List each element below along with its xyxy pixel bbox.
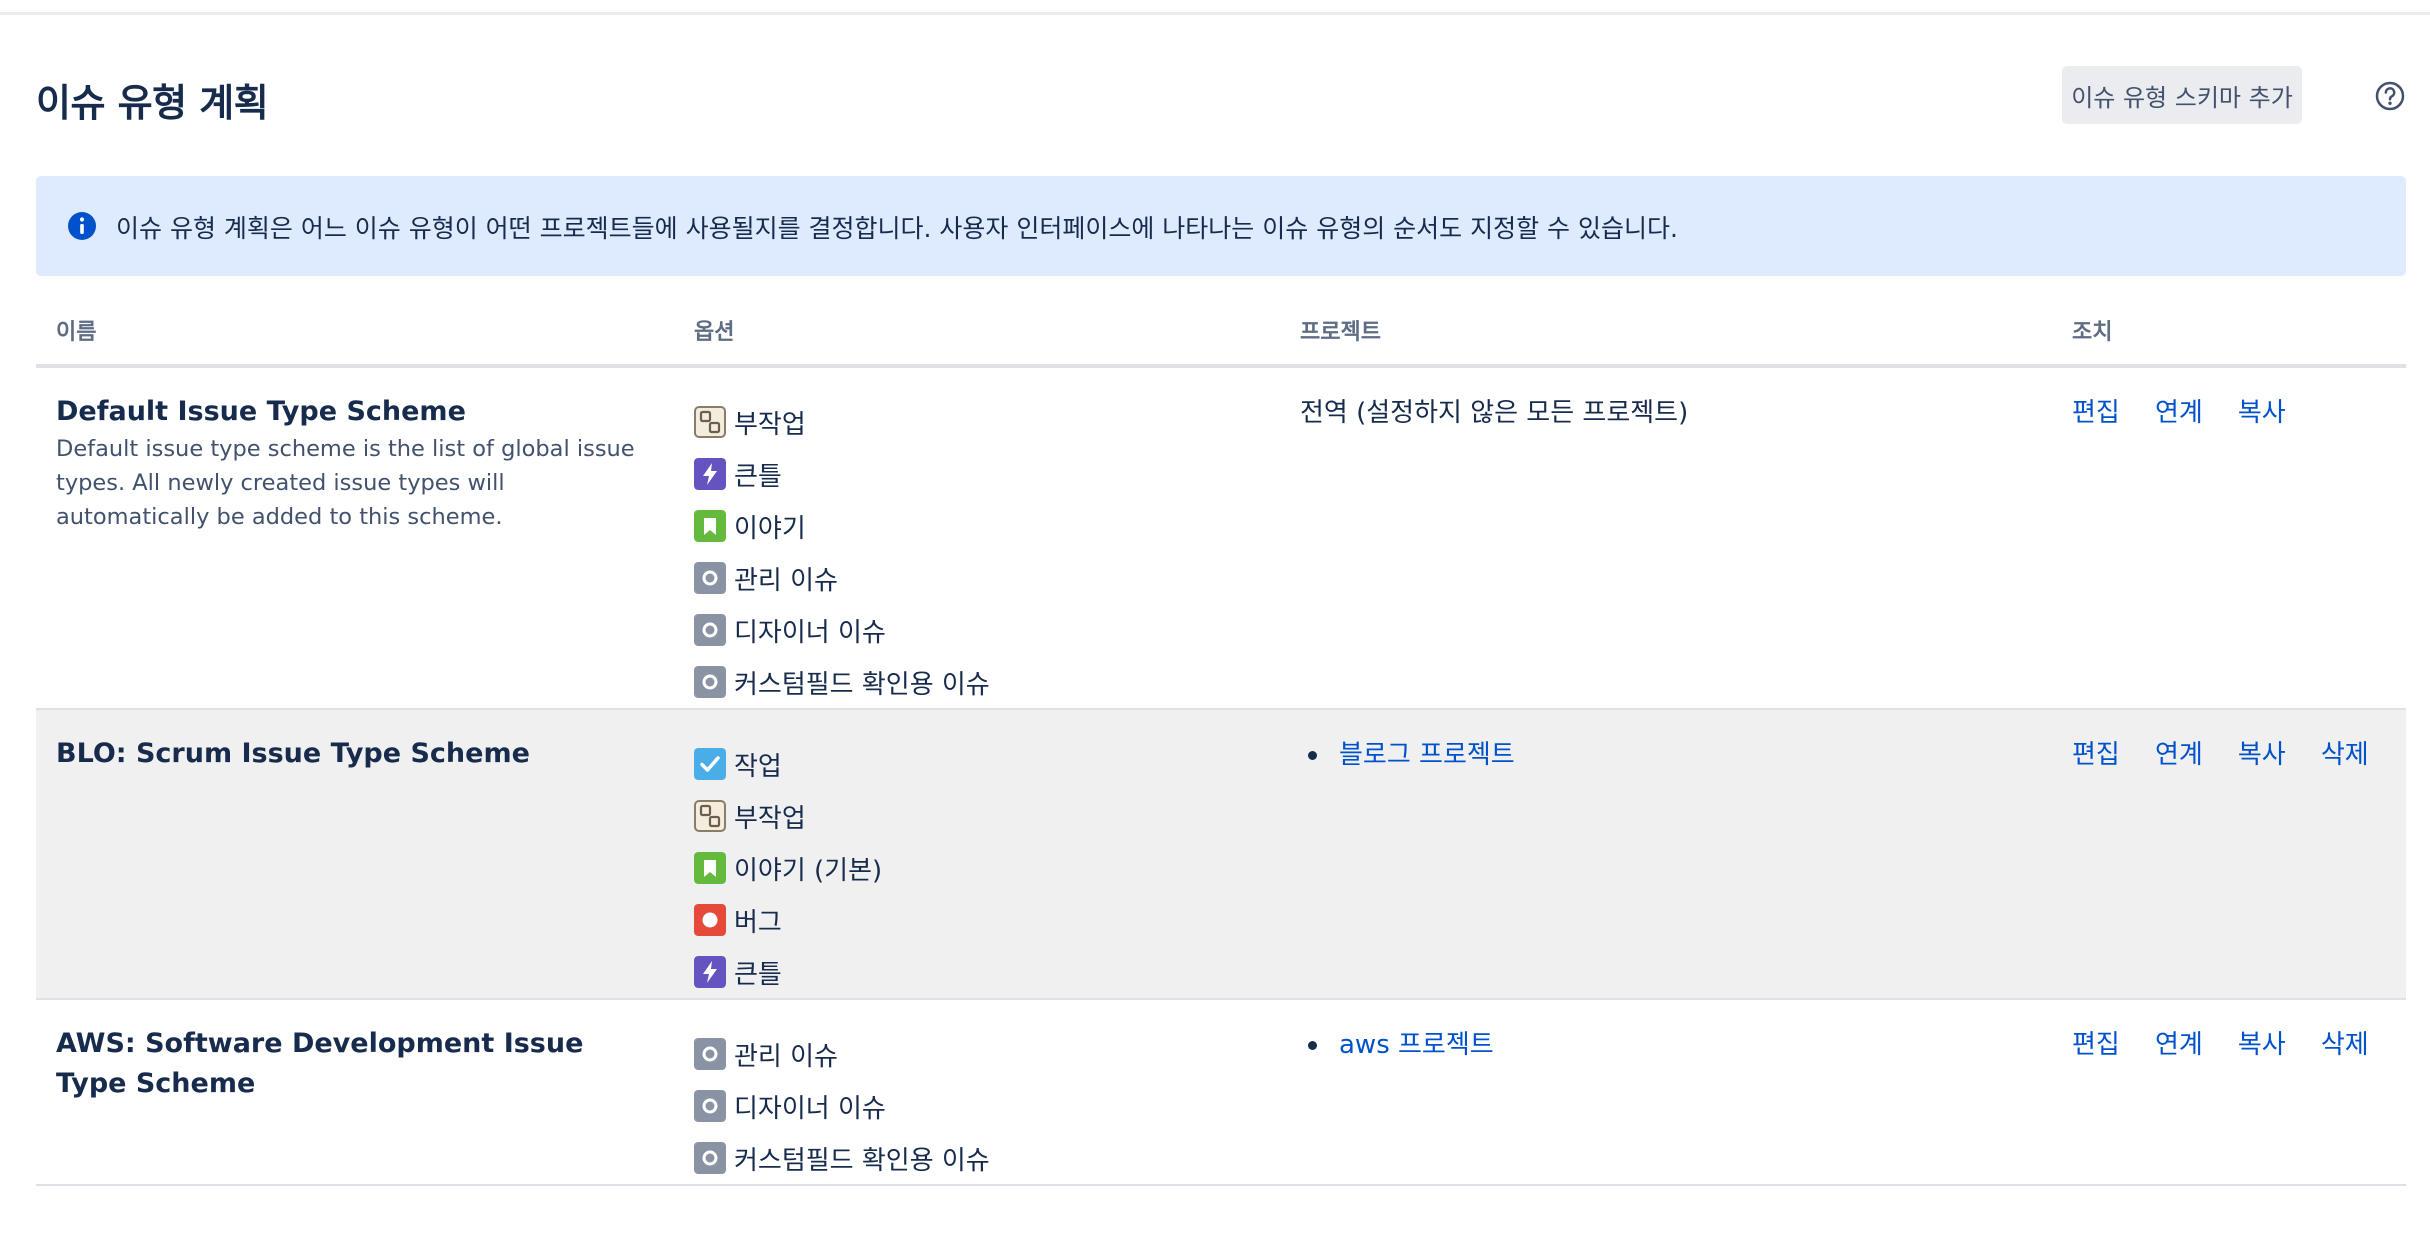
actions-cell: 편집 연계 복사 bbox=[2072, 392, 2316, 437]
issue-type-label: 관리 이슈 bbox=[734, 1041, 838, 1072]
projects-cell: 블로그 프로젝트 bbox=[1300, 734, 1515, 776]
scheme-name-cell: BLO: Scrum Issue Type Scheme bbox=[56, 734, 656, 774]
page-title: 이슈 유형 계획 bbox=[36, 81, 269, 125]
issue-type-label: 작업 bbox=[734, 751, 782, 782]
story-icon bbox=[694, 510, 726, 542]
generic-issue-icon bbox=[694, 562, 726, 594]
projects-cell: 전역 (설정하지 않은 모든 프로젝트) bbox=[1300, 392, 1688, 434]
project-list-item: 블로그 프로젝트 bbox=[1300, 734, 1515, 776]
delete-link[interactable]: 삭제 bbox=[2321, 740, 2369, 770]
column-header-actions: 조치 bbox=[2072, 320, 2113, 345]
global-projects-text: 전역 (설정하지 않은 모든 프로젝트) bbox=[1300, 398, 1689, 428]
bug-icon bbox=[694, 904, 726, 936]
associate-link[interactable]: 연계 bbox=[2155, 398, 2203, 428]
add-issue-type-scheme-button[interactable]: 이슈 유형 스키마 추가 bbox=[2062, 66, 2302, 124]
issue-type-item: 디자이너 이슈 bbox=[694, 1080, 990, 1132]
issue-type-item: 큰틀 bbox=[694, 946, 882, 998]
project-link[interactable]: 블로그 프로젝트 bbox=[1339, 734, 1515, 776]
bullet bbox=[1308, 750, 1317, 760]
column-header-options: 옵션 bbox=[694, 320, 735, 345]
issue-type-label: 관리 이슈 bbox=[734, 565, 838, 596]
issue-type-list: 부작업 큰틀 이야기 관리 이슈 디자이너 이슈 커스텀필드 확인용 이슈 bbox=[694, 396, 990, 708]
issue-type-label: 버그 bbox=[734, 907, 782, 938]
issue-type-item: 커스텀필드 확인용 이슈 bbox=[694, 656, 990, 708]
story-icon bbox=[694, 852, 726, 884]
table-row: AWS: Software Development Issue Type Sch… bbox=[36, 1000, 2406, 1186]
associate-link[interactable]: 연계 bbox=[2155, 1030, 2203, 1060]
issue-type-item: 관리 이슈 bbox=[694, 552, 990, 604]
associate-link[interactable]: 연계 bbox=[2155, 740, 2203, 770]
column-header-name: 이름 bbox=[56, 320, 97, 345]
scheme-name: BLO: Scrum Issue Type Scheme bbox=[56, 738, 530, 769]
generic-issue-icon bbox=[694, 1142, 726, 1174]
page-header: 이슈 유형 계획 이슈 유형 스키마 추가 bbox=[36, 64, 2406, 128]
issue-type-item: 관리 이슈 bbox=[694, 1028, 990, 1080]
issue-type-item: 이야기 (기본) bbox=[694, 842, 882, 894]
table-row: Default Issue Type Scheme Default issue … bbox=[36, 368, 2406, 710]
issue-type-item: 디자이너 이슈 bbox=[694, 604, 990, 656]
issue-type-label: 디자이너 이슈 bbox=[734, 1093, 886, 1124]
scheme-description: Default issue type scheme is the list of… bbox=[56, 436, 635, 530]
epic-icon bbox=[694, 458, 726, 490]
top-divider bbox=[0, 12, 2430, 15]
edit-link[interactable]: 편집 bbox=[2072, 740, 2120, 770]
issue-type-label: 부작업 bbox=[734, 409, 806, 440]
project-link[interactable]: aws 프로젝트 bbox=[1339, 1024, 1494, 1066]
issue-type-label: 큰틀 bbox=[734, 959, 782, 990]
issue-type-label: 큰틀 bbox=[734, 461, 782, 492]
copy-link[interactable]: 복사 bbox=[2238, 1030, 2286, 1060]
info-text: 이슈 유형 계획은 어느 이슈 유형이 어떤 프로젝트들에 사용될지를 결정합니… bbox=[116, 214, 1678, 243]
issue-type-list: 관리 이슈 디자이너 이슈 커스텀필드 확인용 이슈 bbox=[694, 1028, 990, 1184]
project-list-item: aws 프로젝트 bbox=[1300, 1024, 1494, 1066]
task-icon bbox=[694, 748, 726, 780]
issue-type-label: 부작업 bbox=[734, 803, 806, 834]
issue-type-item: 작업 bbox=[694, 738, 882, 790]
generic-issue-icon bbox=[694, 666, 726, 698]
info-icon bbox=[68, 212, 96, 240]
scheme-name-cell: Default Issue Type Scheme Default issue … bbox=[56, 392, 656, 534]
table-header: 이름 옵션 프로젝트 조치 bbox=[36, 300, 2406, 368]
epic-icon bbox=[694, 956, 726, 988]
scheme-name: AWS: Software Development Issue Type Sch… bbox=[56, 1028, 584, 1099]
issue-type-label: 이야기 (기본) bbox=[734, 855, 883, 886]
copy-link[interactable]: 복사 bbox=[2238, 740, 2286, 770]
issue-type-item: 버그 bbox=[694, 894, 882, 946]
subtask-icon bbox=[694, 800, 726, 832]
issue-type-label: 커스텀필드 확인용 이슈 bbox=[734, 1145, 990, 1176]
issue-type-label: 커스텀필드 확인용 이슈 bbox=[734, 669, 990, 700]
generic-issue-icon bbox=[694, 1038, 726, 1070]
generic-issue-icon bbox=[694, 1090, 726, 1122]
bullet bbox=[1308, 1040, 1317, 1050]
question-circle-icon[interactable] bbox=[2374, 80, 2406, 112]
issue-type-item: 이야기 bbox=[694, 500, 990, 552]
copy-link[interactable]: 복사 bbox=[2238, 398, 2286, 428]
table-row: BLO: Scrum Issue Type Scheme 작업 부작업 이야기 … bbox=[36, 710, 2406, 1000]
issue-type-item: 부작업 bbox=[694, 790, 882, 842]
edit-link[interactable]: 편집 bbox=[2072, 1030, 2120, 1060]
edit-link[interactable]: 편집 bbox=[2072, 398, 2120, 428]
actions-cell: 편집 연계 복사 삭제 bbox=[2072, 1024, 2399, 1069]
issue-type-label: 이야기 bbox=[734, 513, 806, 544]
generic-issue-icon bbox=[694, 614, 726, 646]
issue-type-label: 디자이너 이슈 bbox=[734, 617, 886, 648]
issue-type-item: 부작업 bbox=[694, 396, 990, 448]
scheme-name-cell: AWS: Software Development Issue Type Sch… bbox=[56, 1024, 656, 1104]
actions-cell: 편집 연계 복사 삭제 bbox=[2072, 734, 2399, 779]
subtask-icon bbox=[694, 406, 726, 438]
projects-cell: aws 프로젝트 bbox=[1300, 1024, 1494, 1066]
scheme-name: Default Issue Type Scheme bbox=[56, 396, 466, 427]
issue-type-list: 작업 부작업 이야기 (기본) 버그 큰틀 bbox=[694, 738, 882, 998]
delete-link[interactable]: 삭제 bbox=[2321, 1030, 2369, 1060]
issue-type-item: 커스텀필드 확인용 이슈 bbox=[694, 1132, 990, 1184]
issue-type-item: 큰틀 bbox=[694, 448, 990, 500]
info-message: 이슈 유형 계획은 어느 이슈 유형이 어떤 프로젝트들에 사용될지를 결정합니… bbox=[36, 176, 2406, 276]
column-header-projects: 프로젝트 bbox=[1300, 320, 1381, 345]
